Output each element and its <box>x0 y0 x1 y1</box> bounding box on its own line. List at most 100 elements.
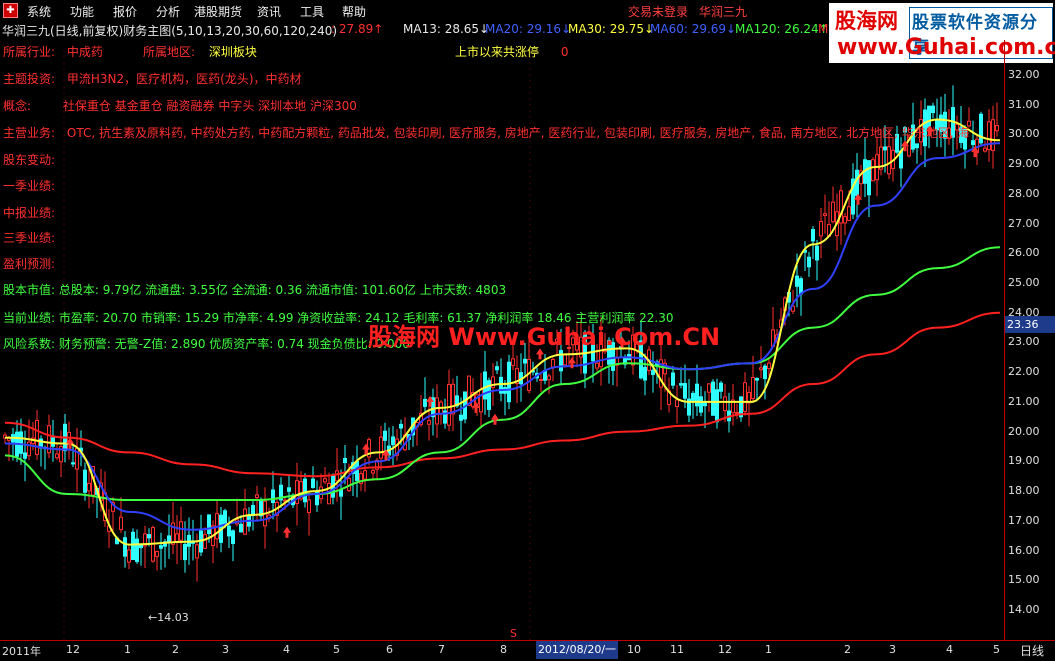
watermark-title: 股海网 <box>835 9 898 33</box>
candle-body <box>479 389 483 413</box>
date-tick: 11 <box>670 643 684 656</box>
candle-body <box>271 489 275 504</box>
menu-tools[interactable]: 工具 <box>300 3 324 20</box>
date-tick: 2 <box>844 643 851 656</box>
candle-body <box>179 521 183 541</box>
candle-body <box>691 392 695 401</box>
date-tick: 3 <box>889 643 896 656</box>
candle-body <box>823 213 827 216</box>
candle-body <box>343 458 347 464</box>
q3-label: 三季业绩: <box>3 231 56 245</box>
login-status[interactable]: 交易未登录 <box>628 3 688 20</box>
candle-body <box>391 436 395 446</box>
candle-body <box>159 545 163 549</box>
candle-body <box>147 534 151 539</box>
price-tick: 16.00 <box>1008 543 1040 557</box>
candle-body <box>675 399 679 407</box>
limit-value: 0 <box>560 45 569 59</box>
candle-body <box>71 462 75 465</box>
candle-body <box>743 382 747 412</box>
candle-body <box>715 389 719 423</box>
candle-body <box>795 275 799 287</box>
candle-body <box>203 534 207 549</box>
candle-body <box>763 365 767 380</box>
candle-body <box>355 461 359 481</box>
candle-body <box>719 382 723 392</box>
candle-body <box>539 378 543 381</box>
low-price-label: ←14.03 <box>148 611 189 624</box>
candle-body <box>459 414 463 421</box>
menu-system[interactable]: 系统 <box>27 3 51 20</box>
candle-body <box>983 147 987 152</box>
candle-body <box>303 478 307 503</box>
candle-body <box>227 525 231 537</box>
s-marker: S <box>510 627 517 640</box>
date-tick: 4 <box>946 643 953 656</box>
candle-body <box>423 398 427 407</box>
candle-body <box>971 140 975 146</box>
candle-body <box>755 378 759 381</box>
q1-label: 一季业绩: <box>3 179 56 193</box>
ma60-indicator: MA60: 29.69↓ <box>650 22 737 36</box>
menu-news[interactable]: 资讯 <box>257 3 281 20</box>
price-tick: 15.00 <box>1008 573 1040 587</box>
candle-body <box>131 531 135 561</box>
candle-body <box>723 396 727 412</box>
limit-row: 上市以来共涨停 0 <box>455 43 568 60</box>
chart-header: 华润三九(日线,前复权)财务主图(5,10,13,20,30,60,120,24… <box>2 22 337 38</box>
candle-body <box>307 499 311 513</box>
date-tick: 6 <box>386 643 393 656</box>
candle-body <box>155 550 159 557</box>
period-label[interactable]: 日线 <box>1020 642 1044 659</box>
main-chart-params[interactable]: 财务主图(5,10,13,20,30,60,120,240) <box>123 24 337 38</box>
candle-body <box>547 375 551 381</box>
candle-body <box>767 362 771 369</box>
candle-body <box>183 543 187 561</box>
app-logo-icon[interactable]: ✚ <box>3 3 18 18</box>
menu-function[interactable]: 功能 <box>70 3 94 20</box>
candle-body <box>467 375 471 406</box>
price-tick: 31.00 <box>1008 97 1040 111</box>
business-label: 主营业务: <box>3 126 56 140</box>
candle-body <box>643 366 647 381</box>
price-tick: 26.00 <box>1008 246 1040 260</box>
price-axis[interactable]: 32.00 31.00 30.00 29.00 28.00 27.00 26.00 25.00… <box>1005 60 1055 640</box>
candle-body <box>679 383 683 386</box>
candle-body <box>323 478 327 483</box>
industry-label: 所属行业: <box>3 45 56 59</box>
menu-help[interactable]: 帮助 <box>342 3 366 20</box>
price-tick: 27.00 <box>1008 216 1040 230</box>
price-tick: 14.00 <box>1008 603 1040 616</box>
candle-body <box>671 372 675 386</box>
menu-analysis[interactable]: 分析 <box>156 3 180 20</box>
date-axis[interactable]: 2011年 12 1 2 3 4 5 6 7 8 10 11 12 1 2 3 4 5 <box>0 640 1055 661</box>
theme-value: 甲流H3N2，医疗机构，医药(龙头)，中药材 <box>66 72 302 86</box>
candle-body <box>887 146 891 175</box>
candle-body <box>931 105 935 114</box>
candle-body <box>35 419 39 455</box>
candle-body <box>523 358 527 364</box>
date-tick: 12 <box>718 643 732 656</box>
candle-body <box>563 354 567 366</box>
candle-body <box>819 221 823 237</box>
price-tick: 23.00 <box>1008 335 1040 349</box>
candle-body <box>707 383 711 393</box>
date-tick: 2011年 <box>2 645 41 658</box>
stock-name: 华润三九 <box>699 5 748 19</box>
date-tick: 1 <box>124 643 131 656</box>
ma20-indicator: MA20: 29.16↓ <box>485 22 572 36</box>
menu-hk-futures[interactable]: 港股期货 <box>194 3 242 20</box>
industry-value: 中成药 <box>66 45 103 59</box>
price-tick: 19.00 <box>1008 454 1040 468</box>
candle-body <box>711 381 715 416</box>
date-tick: 5 <box>333 643 340 656</box>
candle-body <box>55 453 59 459</box>
candle-body <box>311 478 315 488</box>
candle-body <box>427 420 431 425</box>
candle-body <box>651 369 655 375</box>
menu-quote[interactable]: 报价 <box>113 3 137 20</box>
date-tick: 10 <box>627 643 641 656</box>
candle-body <box>19 431 23 454</box>
price-tick: 17.00 <box>1008 513 1040 527</box>
candle-body <box>847 206 851 221</box>
